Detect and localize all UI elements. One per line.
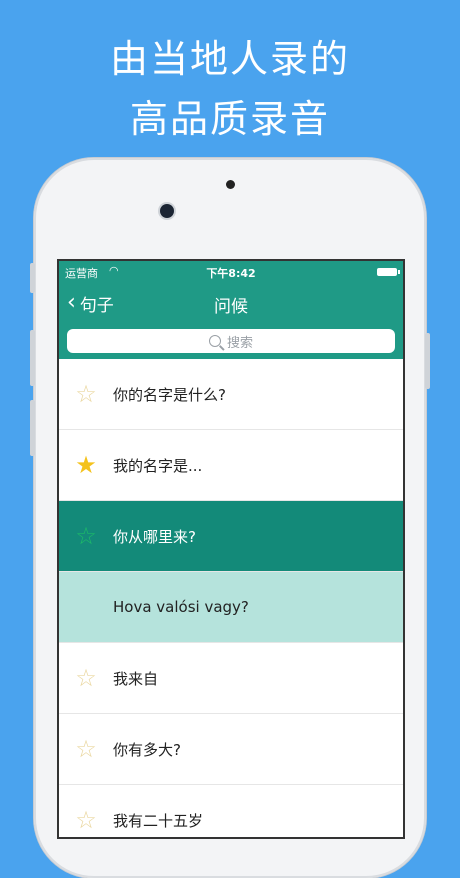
status-bar: 运营商 ◠ 下午8:42 — [65, 264, 400, 281]
volume-up-button — [30, 330, 35, 386]
app-header: 运营商 ◠ 下午8:42 ‹ 句子 问候 搜索 — [59, 261, 403, 359]
phrase-list: ☆ 你的名字是什么? ★ 我的名字是... ☆ 你从哪里来? Hova való… — [59, 359, 403, 837]
list-item-selected[interactable]: ☆ 你从哪里来? — [59, 501, 403, 572]
search-icon — [208, 335, 221, 347]
phone-screen: 运营商 ◠ 下午8:42 ‹ 句子 问候 搜索 ☆ 你的名字是什么? ★ 我的名… — [57, 259, 405, 839]
translation-row[interactable]: Hova valósi vagy? — [59, 572, 403, 643]
search-placeholder: 搜索 — [226, 335, 253, 351]
list-item[interactable]: ☆ 我来自 — [59, 643, 403, 714]
phrase-text: 我的名字是... — [113, 456, 203, 475]
battery-icon — [377, 268, 400, 276]
promo-line-2: 高品质录音 — [129, 97, 330, 141]
phrase-text: 我来自 — [113, 669, 159, 688]
star-filled-icon[interactable]: ★ — [59, 451, 113, 479]
page-title: 问候 — [214, 297, 248, 317]
list-item[interactable]: ☆ 你的名字是什么? — [59, 359, 403, 430]
volume-down-button — [30, 400, 35, 456]
list-item[interactable]: ☆ 我有二十五岁 — [59, 785, 403, 837]
list-item[interactable]: ☆ 你有多大? — [59, 714, 403, 785]
promo-line-1: 由当地人录的 — [109, 37, 350, 81]
power-button — [425, 333, 430, 389]
star-outline-icon[interactable]: ☆ — [59, 522, 113, 550]
translation-text: Hova valósi vagy? — [113, 598, 249, 616]
star-outline-icon[interactable]: ☆ — [59, 735, 113, 763]
phrase-text: 我有二十五岁 — [113, 811, 204, 830]
star-outline-icon[interactable]: ☆ — [59, 806, 113, 834]
phrase-text: 你从哪里来? — [113, 527, 196, 546]
star-outline-icon[interactable]: ☆ — [59, 380, 113, 408]
star-outline-icon[interactable]: ☆ — [59, 664, 113, 692]
phrase-text: 你有多大? — [113, 740, 181, 759]
search-input[interactable]: 搜索 — [67, 329, 395, 353]
speaker-icon — [226, 180, 235, 189]
status-time: 下午8:42 — [206, 267, 256, 280]
nav-bar: ‹ 句子 问候 — [59, 291, 403, 317]
camera-icon — [160, 204, 174, 218]
list-item[interactable]: ★ 我的名字是... — [59, 430, 403, 501]
phrase-text: 你的名字是什么? — [113, 385, 226, 404]
mute-switch — [30, 263, 35, 293]
